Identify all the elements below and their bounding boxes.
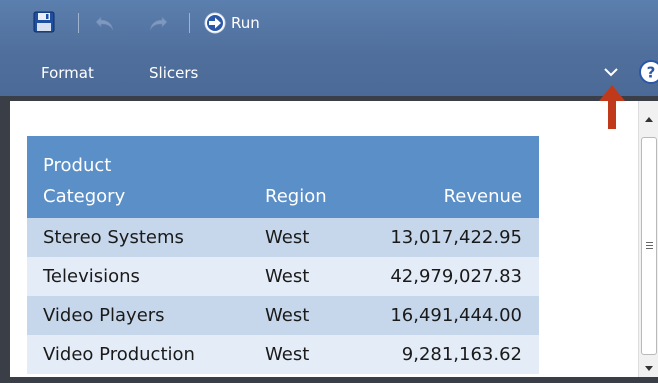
table-row[interactable]: Video Players West 16,491,444.00 <box>27 296 539 335</box>
run-icon <box>204 12 226 34</box>
cell-region: West <box>249 218 359 257</box>
scroll-up-icon[interactable] <box>645 117 653 122</box>
cell-revenue: 9,281,163.62 <box>359 335 539 374</box>
chevron-down-icon[interactable] <box>602 64 620 80</box>
grip-line <box>646 242 653 243</box>
column-header-line: Revenue <box>443 186 522 207</box>
frame-border <box>0 377 658 383</box>
run-button[interactable]: Run <box>203 10 260 36</box>
frame-border <box>0 101 10 383</box>
column-header-region[interactable]: Region <box>249 136 359 218</box>
ribbon-divider <box>0 96 658 101</box>
report-table: Product Category Region Revenue Stereo S… <box>27 136 539 374</box>
save-icon[interactable] <box>33 11 55 33</box>
undo-icon[interactable] <box>95 13 119 33</box>
cell-category: Video Players <box>27 296 249 335</box>
table-row[interactable]: Televisions West 42,979,027.83 <box>27 257 539 296</box>
tab-slicers[interactable]: Slicers <box>149 64 198 82</box>
scroll-down-icon[interactable] <box>645 366 653 371</box>
svg-text:?: ? <box>647 64 656 82</box>
cell-revenue: 42,979,027.83 <box>359 257 539 296</box>
run-label: Run <box>231 14 260 32</box>
cell-category: Video Production <box>27 335 249 374</box>
column-header-line: Category <box>43 186 126 207</box>
help-icon[interactable]: ? <box>638 59 658 85</box>
vertical-scrollbar[interactable] <box>638 101 658 377</box>
toolbar-separator <box>78 13 79 33</box>
grip-line <box>646 245 653 246</box>
scroll-thumb[interactable] <box>641 137 657 355</box>
column-header-revenue[interactable]: Revenue <box>359 136 539 218</box>
cell-category: Stereo Systems <box>27 218 249 257</box>
cell-region: West <box>249 335 359 374</box>
toolbar-separator <box>189 13 190 33</box>
tab-format[interactable]: Format <box>41 64 94 82</box>
redo-icon[interactable] <box>144 13 168 33</box>
table-row[interactable]: Video Production West 9,281,163.62 <box>27 335 539 374</box>
quick-access-toolbar: Run <box>0 0 658 48</box>
ribbon: Run Format Slicers ? <box>0 0 658 98</box>
column-header-line: Product <box>43 155 112 176</box>
cell-region: West <box>249 296 359 335</box>
cell-revenue: 13,017,422.95 <box>359 218 539 257</box>
ribbon-tabs: Format Slicers <box>0 52 658 94</box>
cell-revenue: 16,491,444.00 <box>359 296 539 335</box>
cell-region: West <box>249 257 359 296</box>
grip-line <box>646 248 653 249</box>
table-header-row: Product Category Region Revenue <box>27 136 539 218</box>
annotation-arrow-icon <box>599 85 625 129</box>
column-header-product-category[interactable]: Product Category <box>27 136 249 218</box>
column-header-line: Region <box>265 186 327 207</box>
table-row[interactable]: Stereo Systems West 13,017,422.95 <box>27 218 539 257</box>
cell-category: Televisions <box>27 257 249 296</box>
